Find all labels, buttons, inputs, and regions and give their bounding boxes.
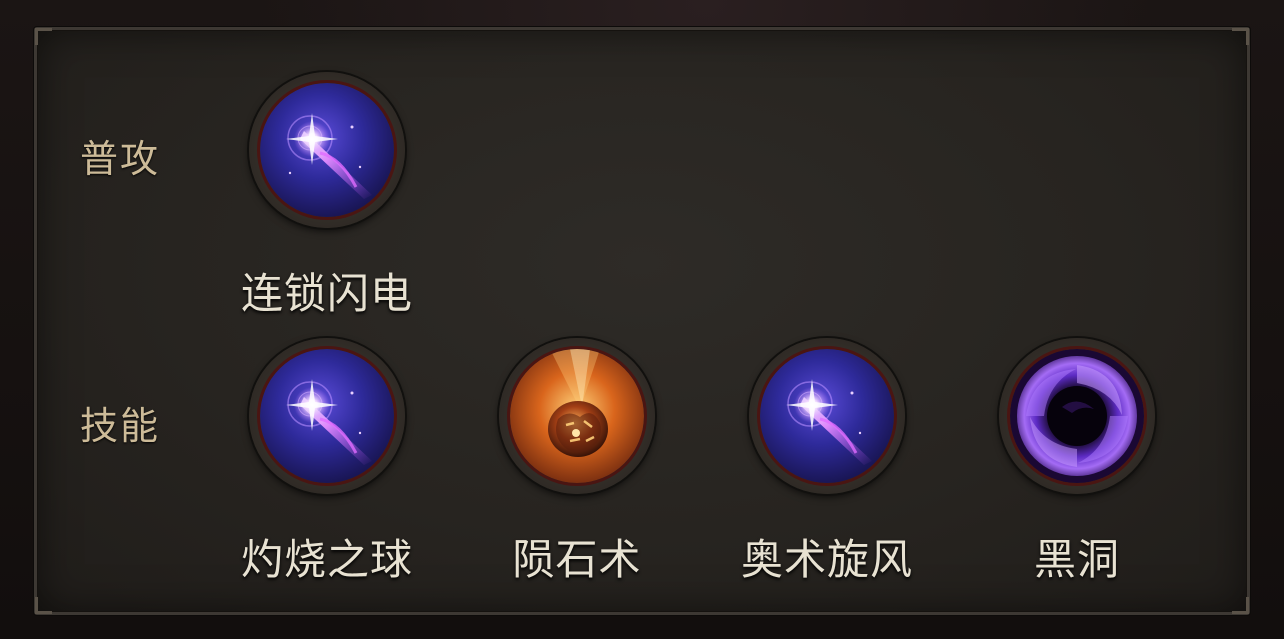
skill-frame: [249, 338, 405, 494]
skill-frame: [999, 338, 1155, 494]
skill-name: 黑洞: [1033, 535, 1120, 584]
skill-slot-chain-lightning[interactable]: 连锁闪电: [232, 72, 422, 321]
chain-lightning-icon: [760, 349, 894, 483]
skill-name: 灼烧之球: [240, 535, 413, 584]
skill-slot-arcane-whirlwind[interactable]: 奥术旋风: [732, 338, 922, 587]
black-hole-icon: [1010, 349, 1144, 483]
skill-name: 陨石术: [512, 535, 642, 584]
skill-slot-black-hole[interactable]: 黑洞: [982, 338, 1172, 587]
panel-corner-ornament: [35, 28, 52, 45]
panel-corner-ornament: [35, 597, 52, 614]
skill-slot-scorching-orb[interactable]: 灼烧之球: [232, 338, 422, 587]
chain-lightning-icon: [260, 83, 394, 217]
skill-frame: [749, 338, 905, 494]
skill-frame: [249, 72, 405, 228]
skill-frame: [499, 338, 655, 494]
panel-corner-ornament: [1232, 597, 1249, 614]
row-label-skills: 技能: [80, 404, 161, 448]
panel-corner-ornament: [1232, 28, 1249, 45]
skill-name: 奥术旋风: [740, 535, 913, 584]
chain-lightning-icon: [260, 349, 394, 483]
row-label-normal-attack: 普攻: [80, 137, 161, 181]
skill-name: 连锁闪电: [240, 269, 413, 318]
meteor-icon: [510, 349, 644, 483]
skill-slot-meteor[interactable]: 陨石术: [482, 338, 672, 587]
